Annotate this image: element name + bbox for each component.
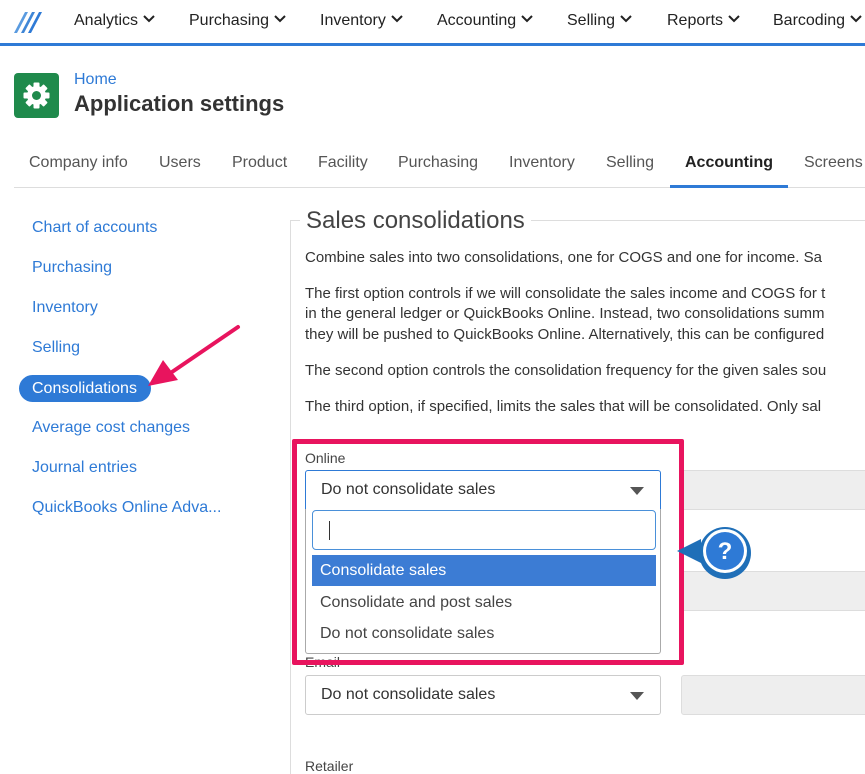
tab-facility[interactable]: Facility	[318, 154, 368, 188]
caret-down-icon	[630, 692, 644, 700]
nav-purchasing[interactable]: Purchasing	[189, 10, 286, 32]
tab-accounting[interactable]: Accounting	[670, 154, 788, 188]
help-icon[interactable]: ?	[673, 521, 755, 583]
nav-selling[interactable]: Selling	[567, 10, 632, 32]
nav-label: Barcoding	[773, 12, 846, 29]
online-select-dropdown: Consolidate sales Consolidate and post s…	[305, 509, 661, 654]
nav-accounting[interactable]: Accounting	[437, 10, 533, 32]
select-value: Do not consolidate sales	[321, 686, 496, 703]
option-consolidate-sales[interactable]: Consolidate sales	[312, 555, 656, 586]
gear-icon	[23, 82, 50, 109]
sidebar-item-chart-of-accounts[interactable]: Chart of accounts	[32, 219, 157, 237]
description-line: The third option, if specified, limits t…	[305, 398, 822, 415]
description-line: Combine sales into two consolidations, o…	[305, 249, 822, 266]
sidebar-item-quickbooks-online[interactable]: QuickBooks Online Adva...	[32, 499, 221, 517]
description-line: The second option controls the consolida…	[305, 362, 827, 379]
online-frequency-field[interactable]	[681, 470, 865, 510]
logo-icon[interactable]	[13, 10, 45, 34]
nav-label: Accounting	[437, 12, 517, 29]
page-title: Application settings	[74, 91, 285, 116]
section-title: Sales consolidations	[300, 207, 531, 235]
tab-screens[interactable]: Screens	[804, 154, 863, 188]
chevron-down-icon	[391, 15, 403, 23]
email-consolidation-select[interactable]: Do not consolidate sales	[305, 675, 661, 715]
tab-users[interactable]: Users	[159, 154, 201, 188]
chevron-down-icon	[850, 15, 862, 23]
nav-label: Inventory	[320, 12, 386, 29]
sidebar-item-consolidations[interactable]: Consolidations	[19, 375, 151, 402]
settings-badge	[14, 73, 59, 118]
tab-inventory[interactable]: Inventory	[509, 154, 575, 188]
sidebar-item-selling[interactable]: Selling	[32, 339, 80, 357]
text-cursor	[329, 521, 330, 540]
nav-label: Selling	[567, 12, 616, 29]
retailer-label: Retailer	[305, 758, 354, 774]
tab-selling[interactable]: Selling	[606, 154, 654, 188]
caret-down-icon	[630, 487, 644, 495]
chevron-down-icon	[274, 15, 286, 23]
breadcrumb-home[interactable]: Home	[74, 71, 117, 89]
sidebar-item-purchasing[interactable]: Purchasing	[32, 259, 112, 277]
option-consolidate-and-post-sales[interactable]: Consolidate and post sales	[312, 587, 656, 618]
chevron-down-icon	[521, 15, 533, 23]
nav-label: Analytics	[74, 12, 139, 29]
description-line: The first option controls if we will con…	[305, 285, 826, 302]
description-line: they will be pushed to QuickBooks Online…	[305, 326, 825, 343]
chevron-down-icon	[728, 15, 740, 23]
tab-company-info[interactable]: Company info	[29, 154, 128, 188]
annotation-arrow-icon	[148, 325, 240, 386]
nav-reports[interactable]: Reports	[667, 10, 740, 32]
nav-label: Reports	[667, 12, 724, 29]
email-frequency-field[interactable]	[681, 675, 865, 715]
tab-purchasing[interactable]: Purchasing	[398, 154, 478, 188]
online-label: Online	[305, 450, 346, 466]
settings-tabs: Company info Users Product Facility Purc…	[14, 150, 865, 188]
tab-product[interactable]: Product	[232, 154, 287, 188]
nav-barcoding[interactable]: Barcoding	[773, 10, 862, 32]
sidebar-item-journal-entries[interactable]: Journal entries	[32, 459, 137, 477]
top-nav: Analytics Purchasing Inventory Accountin…	[0, 0, 865, 46]
sidebar-item-average-cost-changes[interactable]: Average cost changes	[32, 419, 190, 437]
email-label: Email	[305, 654, 341, 670]
option-do-not-consolidate-sales[interactable]: Do not consolidate sales	[312, 618, 656, 649]
help-icon-glyph: ?	[718, 538, 733, 565]
nav-inventory[interactable]: Inventory	[320, 10, 403, 32]
chevron-down-icon	[620, 15, 632, 23]
chevron-down-icon	[143, 15, 155, 23]
nav-analytics[interactable]: Analytics	[74, 10, 155, 32]
description-line: in the general ledger or QuickBooks Onli…	[305, 305, 825, 322]
select-value: Do not consolidate sales	[321, 481, 496, 498]
online-consolidation-select[interactable]: Do not consolidate sales	[305, 470, 661, 510]
dropdown-search-input[interactable]	[312, 510, 656, 550]
nav-label: Purchasing	[189, 12, 270, 29]
sidebar-item-inventory[interactable]: Inventory	[32, 299, 98, 317]
